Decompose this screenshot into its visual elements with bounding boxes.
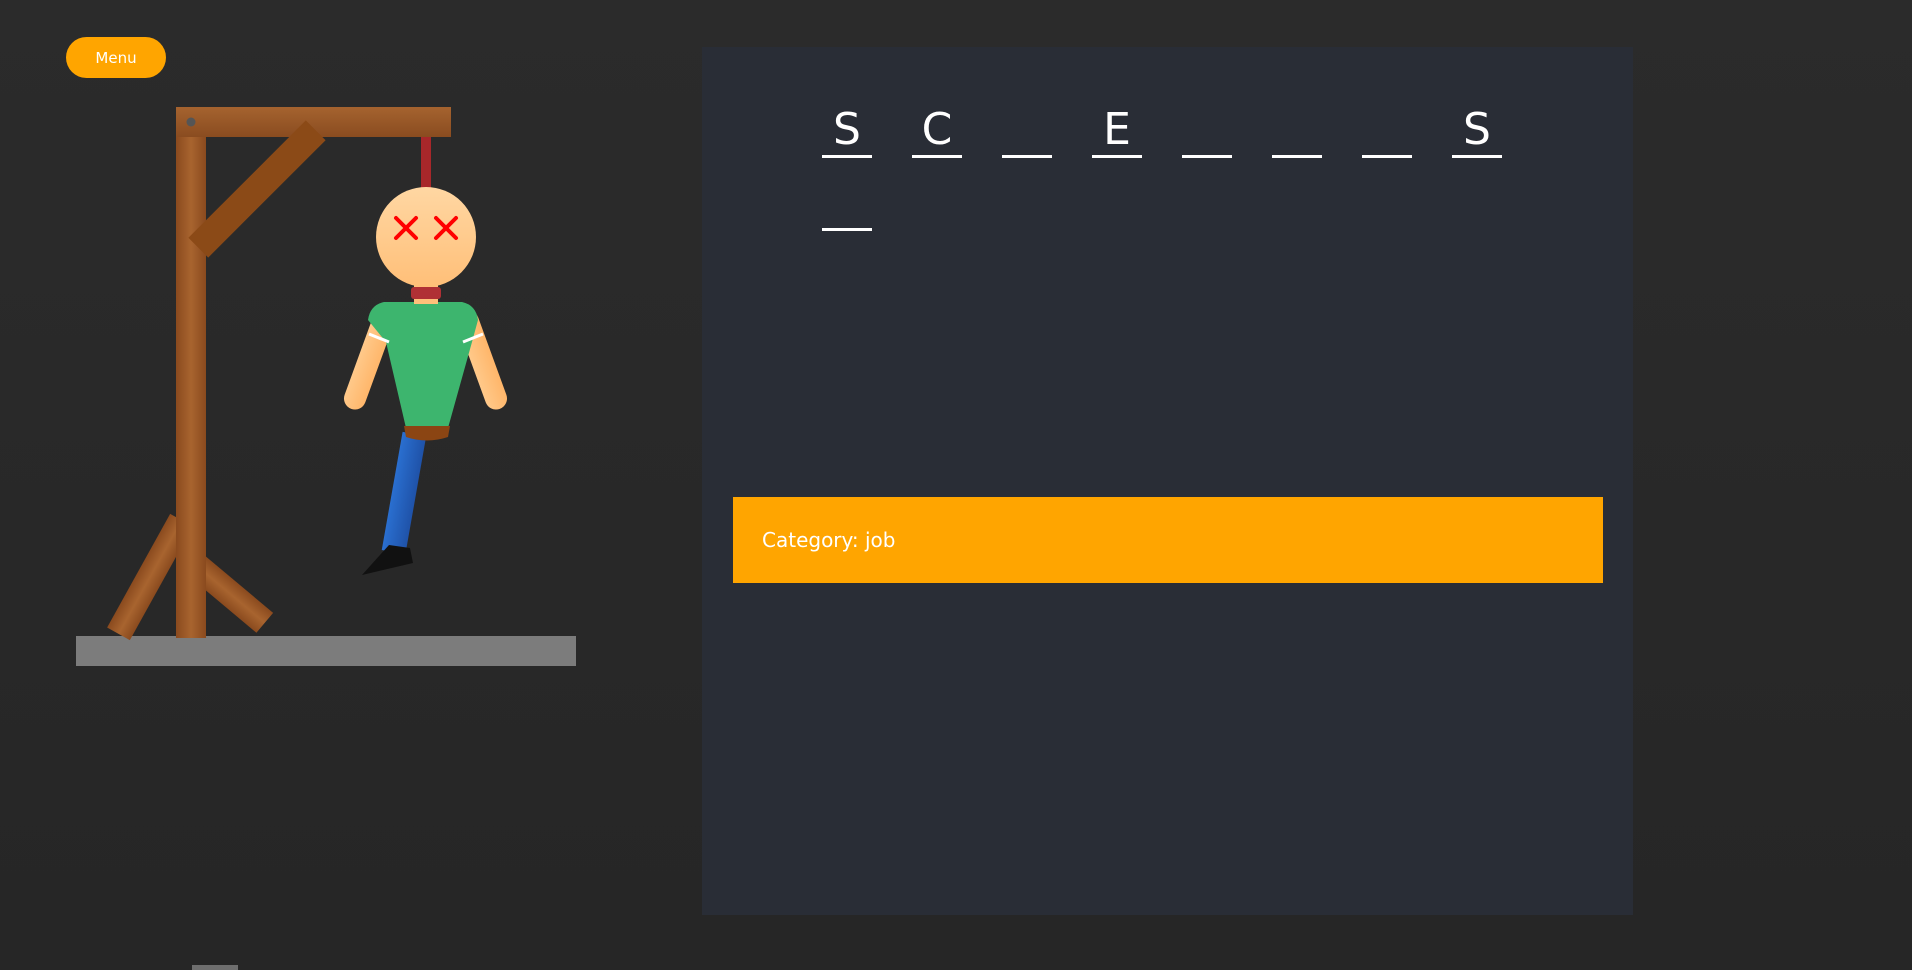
gallows-brace (188, 120, 326, 258)
word-display: S C E S (822, 105, 1542, 231)
category-label: Category: job (762, 528, 896, 552)
category-bar: Category: job (733, 497, 1603, 583)
gallows-base (76, 636, 576, 666)
hangman-belt (404, 426, 450, 441)
game-panel: S C E S Category: job (702, 47, 1633, 915)
letter-slot: S (1452, 105, 1502, 158)
letter-slot (1002, 105, 1052, 158)
hangman-leg (381, 431, 427, 555)
rope (421, 137, 431, 189)
hangman-shoe (362, 545, 413, 575)
hangman-head (376, 187, 476, 287)
hangman-shirt (368, 302, 478, 428)
hangman-scene (76, 107, 576, 666)
letter-slot: C (912, 105, 962, 158)
horizontal-scrollbar[interactable] (192, 965, 238, 970)
letter-slot: E (1092, 105, 1142, 158)
letter-slot: S (822, 105, 872, 158)
letter-slot (1362, 105, 1412, 158)
beam-bolt-icon (186, 117, 196, 127)
noose (411, 287, 441, 299)
letter-slot (822, 178, 872, 231)
letter-slot (1182, 105, 1232, 158)
letter-slot (1272, 105, 1322, 158)
hangman-figure (343, 187, 508, 575)
gallows-post (176, 108, 206, 638)
